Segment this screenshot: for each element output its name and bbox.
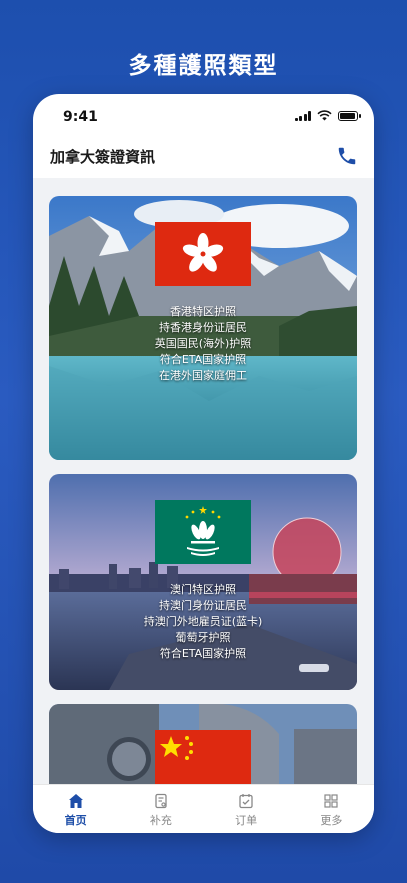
- order-icon: [239, 794, 253, 809]
- eligibility-item: 香港特区护照: [170, 305, 236, 318]
- eligibility-item: 符合ETA国家护照: [159, 353, 247, 366]
- tab-supplement[interactable]: 补充: [118, 785, 203, 833]
- tab-bar: 首页 补充 订单 更多: [33, 784, 374, 833]
- phone-icon[interactable]: [336, 145, 358, 167]
- status-time: 9:41: [63, 109, 98, 125]
- card-eligibility-list: 澳门特区护照 持澳门身份证居民 持澳门外地雇员证(蓝卡) 葡萄牙护照 符合ETA…: [49, 582, 357, 662]
- tab-label: 补充: [149, 814, 172, 827]
- tab-label: 更多: [320, 814, 343, 827]
- macau-flag: [155, 500, 251, 564]
- passport-card-china[interactable]: [49, 704, 357, 784]
- tab-orders[interactable]: 订单: [204, 785, 289, 833]
- china-flag: [155, 730, 251, 784]
- hong-kong-flag: [155, 222, 251, 286]
- eligibility-item: 葡萄牙护照: [175, 631, 231, 644]
- phone-frame: 9:41 加拿大簽證資訊 香港特区护照 持香港身份证居民 英国国民(海外)护照 …: [33, 94, 374, 833]
- eligibility-item: 在港外国家庭佣工: [159, 369, 247, 382]
- promo-title: 多種護照類型: [128, 53, 279, 79]
- eligibility-item: 持澳门外地雇员证(蓝卡): [143, 615, 263, 628]
- eligibility-item: 符合ETA国家护照: [159, 647, 247, 660]
- grid-icon: [324, 794, 338, 808]
- tab-home[interactable]: 首页: [33, 785, 118, 833]
- home-icon: [68, 794, 83, 808]
- content-scroll[interactable]: 香港特区护照 持香港身份证居民 英国国民(海外)护照 符合ETA国家护照 在港外…: [33, 178, 374, 784]
- card-eligibility-list: 香港特区护照 持香港身份证居民 英国国民(海外)护照 符合ETA国家护照 在港外…: [49, 304, 357, 384]
- nav-bar: 加拿大簽證資訊: [33, 138, 374, 178]
- passport-card-hong-kong[interactable]: 香港特区护照 持香港身份证居民 英国国民(海外)护照 符合ETA国家护照 在港外…: [49, 196, 357, 460]
- eligibility-item: 澳门特区护照: [170, 583, 236, 596]
- battery-icon: [338, 110, 361, 121]
- wifi-icon: [317, 110, 332, 121]
- nav-title: 加拿大簽證資訊: [50, 148, 156, 166]
- eligibility-item: 英国国民(海外)护照: [154, 337, 252, 350]
- eligibility-item: 持香港身份证居民: [159, 321, 247, 334]
- tab-label: 订单: [235, 814, 258, 827]
- status-icons: [294, 110, 361, 121]
- signal-icon: [294, 110, 311, 121]
- document-icon: [155, 793, 167, 809]
- status-bar: 9:41: [33, 94, 374, 138]
- tab-label: 首页: [64, 814, 87, 827]
- eligibility-item: 持澳门身份证居民: [159, 599, 247, 612]
- tab-more[interactable]: 更多: [289, 785, 374, 833]
- passport-card-macau[interactable]: 澳门特区护照 持澳门身份证居民 持澳门外地雇员证(蓝卡) 葡萄牙护照 符合ETA…: [49, 474, 357, 690]
